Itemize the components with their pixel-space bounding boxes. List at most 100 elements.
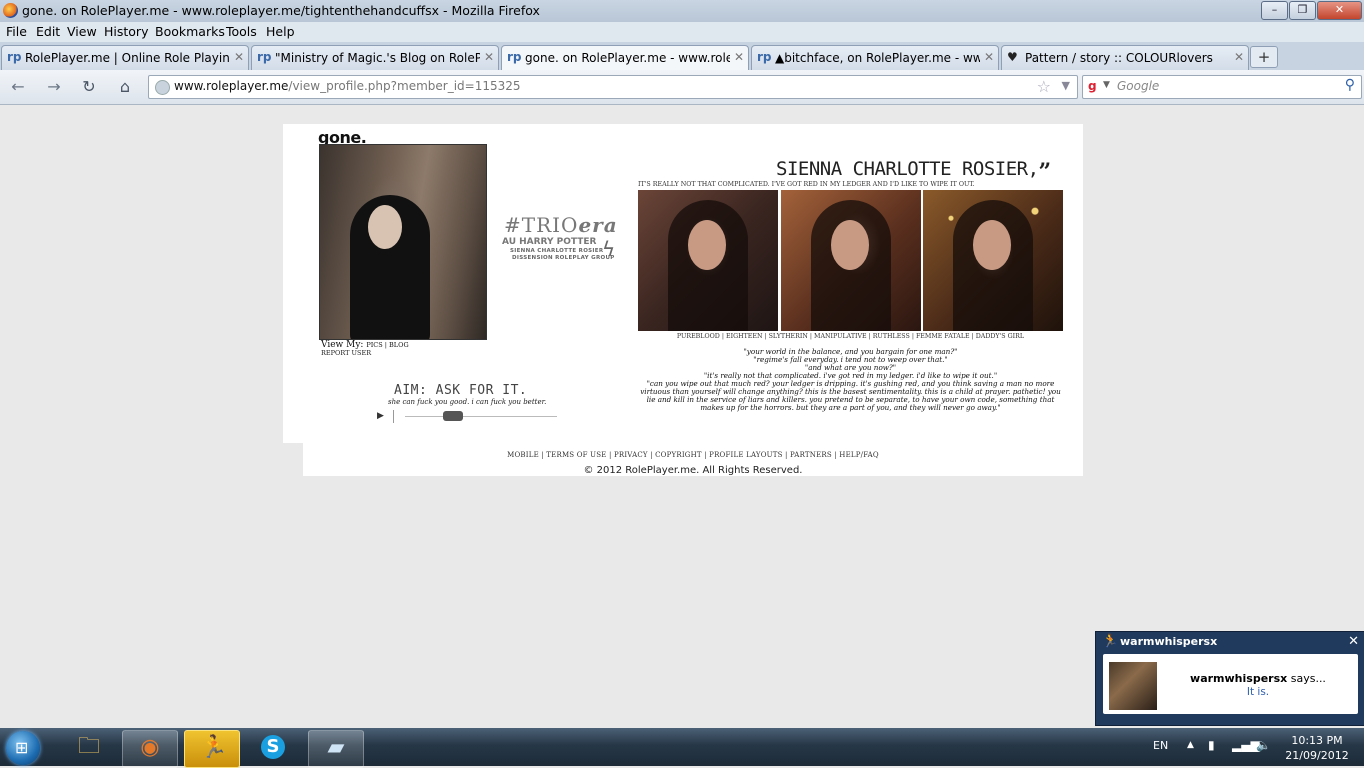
logo-group: DISSENSION ROLEPLAY GROUP [512,255,615,261]
tab-ministry-blog[interactable]: rp "Ministry of Magic.'s Blog on RolePla… [251,45,499,70]
taskbar-aim[interactable]: 🏃 [184,730,240,768]
roleplayer-icon: rp [257,50,272,64]
window-title: gone. on RolePlayer.me - www.roleplayer.… [22,3,540,18]
start-button[interactable]: ⊞ [6,731,40,765]
taskbar-firefox[interactable]: ◉ [122,730,178,768]
minimize-button[interactable]: – [1261,1,1288,20]
tab-label: RolePlayer.me | Online Role Playing C... [25,51,230,65]
engine-dropdown-icon[interactable]: ▼ [1103,80,1110,90]
quote-block: "your world in the balance, and you barg… [638,348,1063,412]
tab-bar: rp RolePlayer.me | Online Role Playing C… [0,42,1364,72]
play-icon[interactable]: ▶ [377,411,384,421]
navigation-bar: ← → ↻ ⌂ www.roleplayer.me/view_profile.p… [0,70,1364,105]
search-icon[interactable]: ⚲ [1345,77,1355,93]
language-indicator[interactable]: EN [1153,739,1168,752]
bookmark-star-icon[interactable]: ☆ [1037,77,1051,96]
tab-bitchface-profile[interactable]: rp ▲bitchface, on RolePlayer.me - www...… [751,45,999,70]
tab-colourlovers[interactable]: ♥ Pattern / story :: COLOURlovers ✕ [1001,45,1249,70]
clock[interactable]: 10:13 PM 21/09/2012 [1272,733,1362,763]
close-tab-icon[interactable]: ✕ [734,50,744,64]
tab-label: "Ministry of Magic.'s Blog on RolePla... [275,51,480,65]
page-gutter [283,443,303,476]
buddy-avatar [1109,662,1157,710]
pics-blog-links[interactable]: PICS | BLOG [366,341,408,349]
dropdown-arrow-icon[interactable]: ▼ [1062,79,1070,92]
menu-history[interactable]: History [104,24,148,39]
url-text[interactable]: www.roleplayer.me/view_profile.php?membe… [174,79,521,93]
menu-file[interactable]: File [6,24,27,39]
music-player: ▶ [375,410,565,424]
site-footer: MOBILE | TERMS OF USE | PRIVACY | COPYRI… [303,443,1083,476]
seek-knob[interactable] [443,411,463,421]
profile-picture[interactable] [319,144,487,340]
aim-running-man-icon: 🏃 [1102,634,1119,649]
search-placeholder: Google [1117,79,1160,93]
photo-face [831,220,869,270]
google-icon[interactable]: g [1088,79,1102,93]
aim-heading: AIM: ASK FOR IT. [394,383,528,398]
top-quote: IT'S REALLY NOT THAT COMPLICATED. I'VE G… [638,181,975,188]
taskbar-notepad[interactable]: ▰ [308,730,364,768]
quote-line: makes up for the horrors. but they are a… [700,403,1001,412]
notification-message: It is. [1246,686,1270,698]
new-tab-button[interactable]: + [1250,46,1278,68]
back-arrow-icon[interactable]: ← [7,77,29,97]
aim-subtext: she can fuck you good. i can fuck you be… [388,398,547,406]
home-icon[interactable]: ⌂ [114,77,136,97]
menu-bookmarks[interactable]: Bookmarks [155,24,225,39]
logo-title: #TRIOera [504,213,618,237]
character-tags: PUREBLOOD | EIGHTEEN | SLYTHERIN | MANIP… [676,333,1025,340]
forward-arrow-icon[interactable]: → [43,77,65,97]
close-tab-icon[interactable]: ✕ [984,50,994,64]
aim-notification[interactable]: 🏃 warmwhispersx ✕ warmwhispersx says... … [1095,631,1364,726]
tab-roleplayer-home[interactable]: rp RolePlayer.me | Online Role Playing C… [1,45,249,70]
roleplayer-icon: rp [757,50,772,64]
report-user-link[interactable]: REPORT USER [321,349,371,357]
clock-time: 10:13 PM [1291,734,1343,747]
globe-icon [155,80,170,95]
notification-title: warmwhispersx [1120,635,1218,648]
menu-help[interactable]: Help [266,24,295,39]
firefox-icon: ◉ [140,735,160,760]
search-box[interactable]: g ▼ Google ⚲ [1082,75,1362,99]
tab-label: gone. on RolePlayer.me - www.rolepl... [525,51,730,65]
taskbar-explorer[interactable]: 🗀 [62,730,116,766]
close-notification-icon[interactable]: ✕ [1348,634,1359,649]
menu-view[interactable]: View [67,24,97,39]
notepad-icon: ▰ [327,735,345,760]
close-tab-icon[interactable]: ✕ [1234,50,1244,64]
lightning-bolt-icon: ϟ [602,237,616,261]
menu-edit[interactable]: Edit [36,24,60,39]
close-tab-icon[interactable]: ✕ [484,50,494,64]
player-divider [393,410,394,423]
roleplayer-icon: rp [7,50,22,64]
window-title-bar: gone. on RolePlayer.me - www.roleplayer.… [0,0,1364,22]
logo-subtitle: AU HARRY POTTER [502,237,597,247]
reload-icon[interactable]: ↻ [78,77,100,97]
taskbar-skype[interactable]: S [246,730,300,766]
notification-sender: warmwhispersx says... [1190,672,1326,685]
folder-icon: 🗀 [77,734,100,759]
photo-face [973,220,1011,270]
tab-label: ▲bitchface, on RolePlayer.me - www.... [775,51,980,65]
seek-track[interactable] [405,416,557,417]
url-bar[interactable]: www.roleplayer.me/view_profile.php?membe… [148,75,1078,99]
menu-tools[interactable]: Tools [226,24,257,39]
character-photo [781,190,921,331]
maximize-button[interactable]: ❐ [1289,1,1316,20]
logo-character: SIENNA CHARLOTTE ROSIER [510,248,604,254]
quote-mark: ” [1038,159,1052,185]
photo-face [688,220,726,270]
roleplayer-icon: rp [507,50,522,64]
power-icon[interactable]: ▮ [1208,738,1215,752]
tab-gone-profile[interactable]: rp gone. on RolePlayer.me - www.rolepl..… [501,45,749,72]
footer-links[interactable]: MOBILE | TERMS OF USE | PRIVACY | COPYRI… [303,451,1083,459]
character-photo [923,190,1063,331]
close-window-button[interactable]: ✕ [1317,1,1362,20]
aim-running-man-icon: 🏃 [200,735,228,760]
volume-icon[interactable]: 🔈 [1256,738,1271,752]
notification-body[interactable]: warmwhispersx says... It is. [1103,654,1358,714]
close-tab-icon[interactable]: ✕ [234,50,244,64]
clock-date: 21/09/2012 [1285,749,1349,762]
show-hidden-icons-icon[interactable]: ▲ [1187,740,1194,750]
